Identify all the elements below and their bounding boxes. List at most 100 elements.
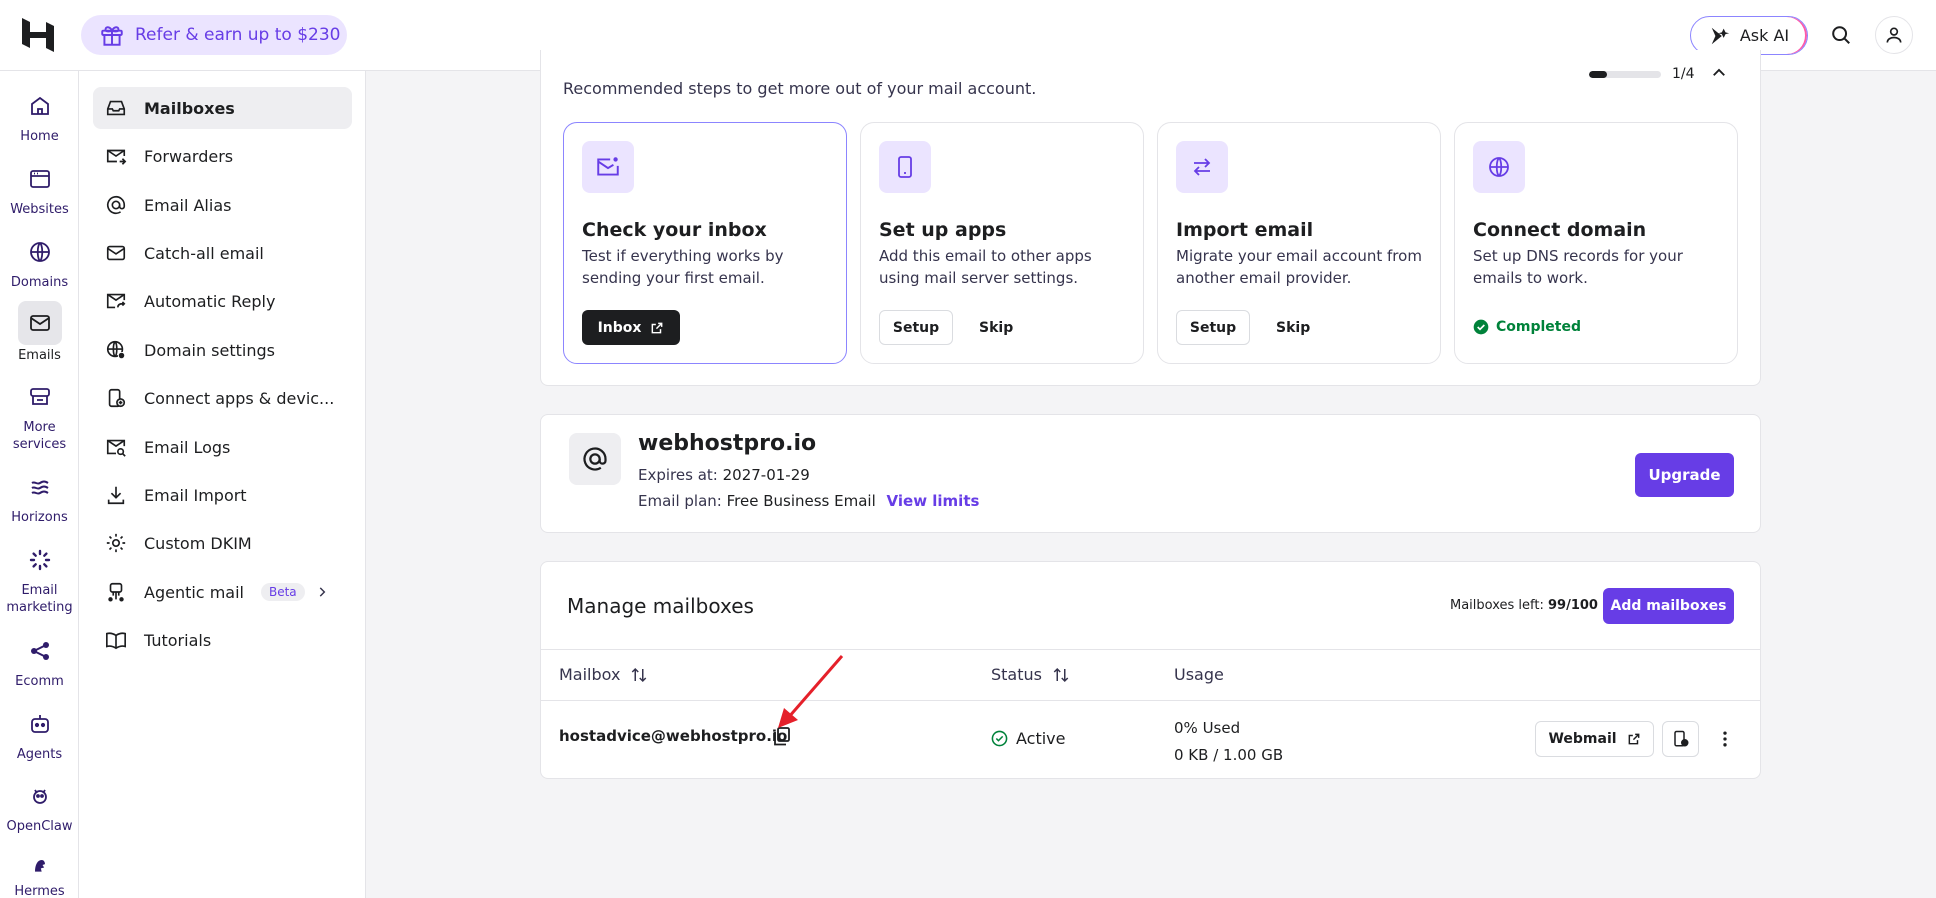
more-vertical-icon[interactable] [1715, 729, 1735, 749]
webmail-button[interactable]: Webmail [1535, 721, 1654, 757]
completed-status: Completed [1473, 319, 1581, 335]
main-rail: Home Websites Domains Emails More servic… [0, 71, 79, 898]
subnav-label: Catch-all email [144, 243, 264, 263]
step-title: Set up apps [879, 219, 1007, 241]
divider [541, 700, 1760, 701]
skip-apps-button[interactable]: Skip [979, 310, 1013, 345]
download-icon [107, 486, 125, 505]
ai-sparkle-icon [1711, 27, 1730, 44]
subnav-item-mailboxes[interactable]: Mailboxes [93, 87, 352, 129]
search-button[interactable] [1822, 16, 1860, 54]
refer-label: Refer & earn up to $230 [135, 25, 341, 45]
status-text: Active [1016, 729, 1066, 748]
subnav-label: Automatic Reply [144, 291, 276, 311]
globe-icon [29, 242, 50, 262]
rail-item-domains[interactable]: Domains [0, 232, 79, 291]
external-link-icon [652, 322, 663, 333]
plan-value: Free Business Email [726, 492, 876, 510]
ecomm-icon [30, 642, 49, 660]
subnav-item-tutorials[interactable]: Tutorials [93, 619, 352, 661]
plan-label: Email plan: [638, 492, 722, 510]
column-header-status[interactable]: Status [991, 665, 1070, 684]
domain-plan: Email plan: Free Business Email View lim… [638, 492, 979, 510]
subnav-item-agentic-mail[interactable]: Agentic mail Beta [93, 571, 352, 613]
view-limits-link[interactable]: View limits [887, 492, 980, 510]
rail-item-websites[interactable]: Websites [0, 159, 79, 218]
rail-label: Ecomm [15, 674, 64, 689]
openclaw-icon [32, 789, 47, 804]
subnav-item-email-alias[interactable]: Email Alias [93, 184, 352, 226]
setup-apps-button[interactable]: Setup [879, 310, 953, 345]
step-desc: Migrate your email account from another … [1176, 247, 1422, 287]
subnav-item-email-logs[interactable]: Email Logs [93, 426, 352, 468]
rail-label: Home [20, 129, 59, 144]
step-desc: Add this email to other apps using mail … [879, 247, 1092, 287]
subnav-label: Email Alias [144, 195, 232, 215]
subnav-item-catch-all[interactable]: Catch-all email [93, 232, 352, 274]
onboarding-subtitle: Recommended steps to get more out of you… [563, 79, 1037, 98]
mail-icon [106, 245, 126, 261]
account-button[interactable] [1875, 16, 1913, 54]
skip-import-button[interactable]: Skip [1276, 310, 1310, 345]
gear-icon [106, 533, 126, 553]
rail-item-agents[interactable]: Agents [0, 704, 79, 763]
inbox-button[interactable]: Inbox [582, 310, 680, 345]
progress-bar [1589, 71, 1661, 78]
step-card-connect-domain: Connect domain Set up DNS records for yo… [1454, 122, 1738, 364]
inbox-label: Inbox [597, 319, 642, 336]
mailbox-address: hostadvice@webhostpro.io [559, 727, 788, 745]
refer-earn-button[interactable]: Refer & earn up to $230 [81, 15, 347, 55]
check-circle-icon [1473, 319, 1489, 335]
step-icon-wrap [582, 141, 634, 193]
step-icon-wrap [1176, 141, 1228, 193]
device-icon [108, 388, 126, 408]
rail-item-email-marketing[interactable]: Email marketing [0, 540, 79, 616]
globe-settings-icon [106, 340, 126, 360]
globe-icon [1489, 157, 1509, 177]
device-settings-icon [1673, 730, 1688, 747]
step-icon-wrap [879, 141, 931, 193]
rail-label: Horizons [11, 510, 68, 525]
rail-item-home[interactable]: Home [0, 86, 79, 145]
mailboxes-title: Manage mailboxes [567, 594, 754, 618]
rail-item-emails[interactable]: Emails [0, 301, 79, 364]
step-title: Connect domain [1473, 219, 1647, 241]
subnav-item-custom-dkim[interactable]: Custom DKIM [93, 522, 352, 564]
mailbox-settings-button[interactable] [1662, 721, 1699, 757]
hermes-icon [34, 860, 45, 872]
usage-cell: 0% Used 0 KB / 1.00 GB [1174, 715, 1283, 769]
usage-percent: 0% Used [1174, 719, 1241, 737]
hostinger-logo[interactable] [22, 18, 54, 52]
step-title: Check your inbox [582, 219, 767, 241]
home-icon [30, 96, 49, 115]
rail-item-ecomm[interactable]: Ecomm [0, 631, 79, 690]
subnav-item-forwarders[interactable]: Forwarders [93, 135, 352, 177]
book-icon [106, 632, 126, 650]
rail-item-horizons[interactable]: Horizons [0, 467, 79, 526]
step-title: Import email [1176, 219, 1314, 241]
setup-import-button[interactable]: Setup [1176, 310, 1250, 345]
subnav-item-domain-settings[interactable]: Domain settings [93, 329, 352, 371]
services-icon [29, 388, 50, 405]
mail-search-icon [106, 439, 126, 457]
chevron-up-icon[interactable] [1710, 64, 1728, 82]
chevron-right-icon [319, 587, 326, 597]
check-circle-outline-icon [991, 730, 1008, 747]
subnav-item-connect-apps[interactable]: Connect apps & devic... [93, 377, 352, 419]
swap-arrows-icon [1193, 158, 1211, 176]
add-mailboxes-button[interactable]: Add mailboxes [1603, 588, 1734, 624]
subnav-item-automatic-reply[interactable]: Automatic Reply [93, 280, 352, 322]
rail-item-hermes[interactable]: Hermes [0, 849, 79, 898]
progress-fill [1589, 71, 1607, 78]
column-header-mailbox[interactable]: Mailbox [559, 665, 648, 684]
ask-ai-label: Ask AI [1739, 26, 1790, 45]
upgrade-button[interactable]: Upgrade [1635, 453, 1734, 497]
rail-item-openclaw[interactable]: OpenClaw [0, 776, 79, 835]
subnav-item-email-import[interactable]: Email Import [93, 474, 352, 516]
rail-label: Domains [10, 275, 69, 290]
column-label: Status [991, 665, 1042, 684]
subnav-label: Connect apps & devic... [144, 388, 335, 408]
subnav-label: Email Import [144, 485, 247, 505]
rail-item-more-services[interactable]: More services [0, 377, 79, 453]
mailboxes-left-value: 99/100 [1547, 598, 1598, 613]
